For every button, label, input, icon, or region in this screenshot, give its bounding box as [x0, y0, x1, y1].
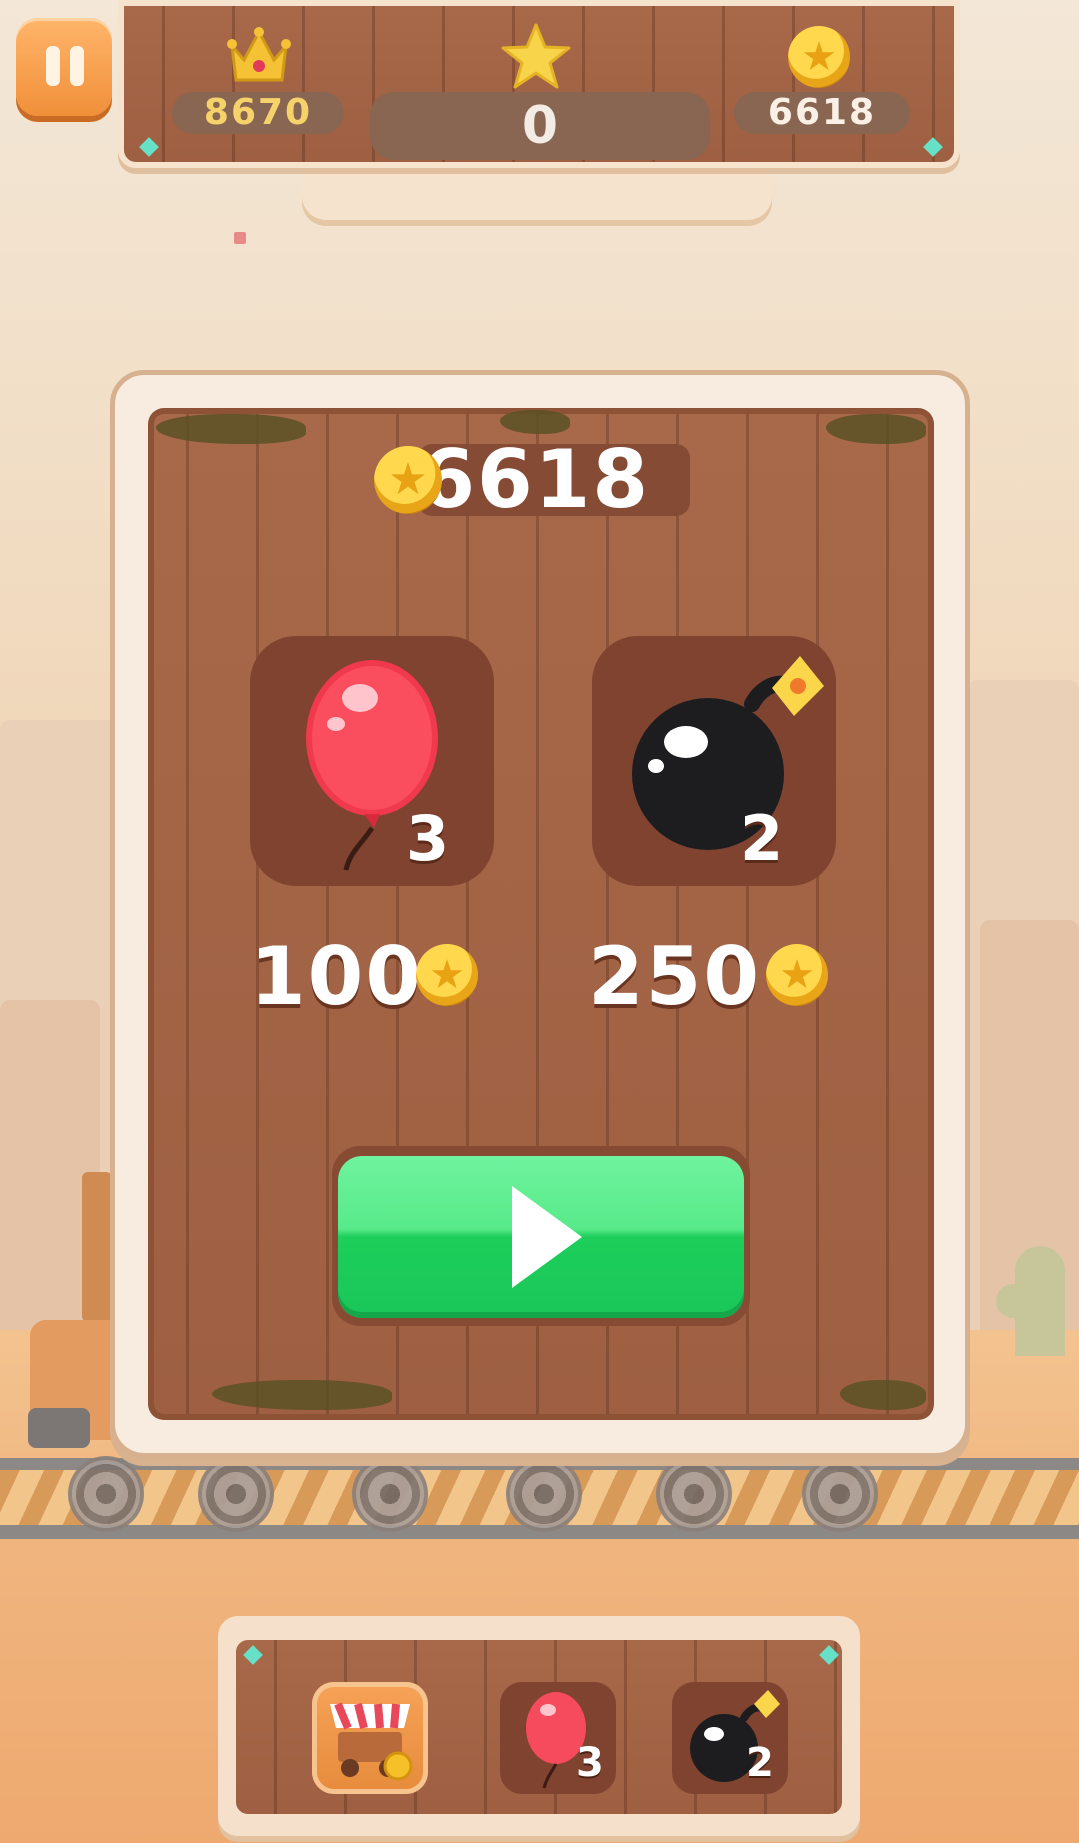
- toolbar-balloon-button[interactable]: 3: [500, 1682, 616, 1794]
- train-wheel: [198, 1456, 274, 1532]
- coins-value: 6618: [734, 92, 910, 134]
- train-smokestack: [82, 1172, 112, 1322]
- coin-icon: ★: [374, 446, 442, 514]
- shop-cart-icon: [330, 1702, 413, 1781]
- pause-button[interactable]: [16, 18, 112, 116]
- shop-item-bomb[interactable]: 2: [592, 636, 836, 886]
- train-wheel: [656, 1456, 732, 1532]
- play-button[interactable]: [338, 1156, 744, 1318]
- shop-balance: 6618: [418, 440, 690, 520]
- coin-icon: ★: [788, 26, 850, 88]
- train-wheel: [68, 1456, 144, 1532]
- train-wheel: [802, 1456, 878, 1532]
- train-wheel: [506, 1456, 582, 1532]
- bomb-icon: [632, 656, 824, 850]
- coin-icon: ★: [416, 944, 478, 1006]
- coin-icon: ★: [766, 944, 828, 1006]
- train-nose: [28, 1408, 90, 1448]
- debug-marker: [234, 232, 246, 244]
- bomb-count: 2: [740, 802, 784, 875]
- balloon-count: 3: [406, 802, 450, 875]
- shop-button[interactable]: [312, 1682, 428, 1794]
- play-icon: [512, 1186, 582, 1288]
- shop-item-balloon[interactable]: 3: [250, 636, 494, 886]
- bomb-price[interactable]: 250: [588, 930, 761, 1023]
- cactus-arm: [996, 1284, 1030, 1318]
- current-score: 0: [370, 92, 710, 160]
- star-icon: [501, 23, 571, 89]
- crown-icon: [227, 27, 291, 82]
- best-score-value: 8670: [172, 92, 344, 134]
- bomb-price-value: 250: [588, 930, 761, 1023]
- train-wheel: [352, 1456, 428, 1532]
- balloon-price[interactable]: 100: [250, 930, 423, 1023]
- balloon-price-value: 100: [250, 930, 423, 1023]
- toolbar-balloon-count: 3: [576, 1740, 604, 1786]
- toolbar-bomb-count: 2: [746, 1740, 774, 1786]
- toolbar-bomb-button[interactable]: 2: [672, 1682, 788, 1794]
